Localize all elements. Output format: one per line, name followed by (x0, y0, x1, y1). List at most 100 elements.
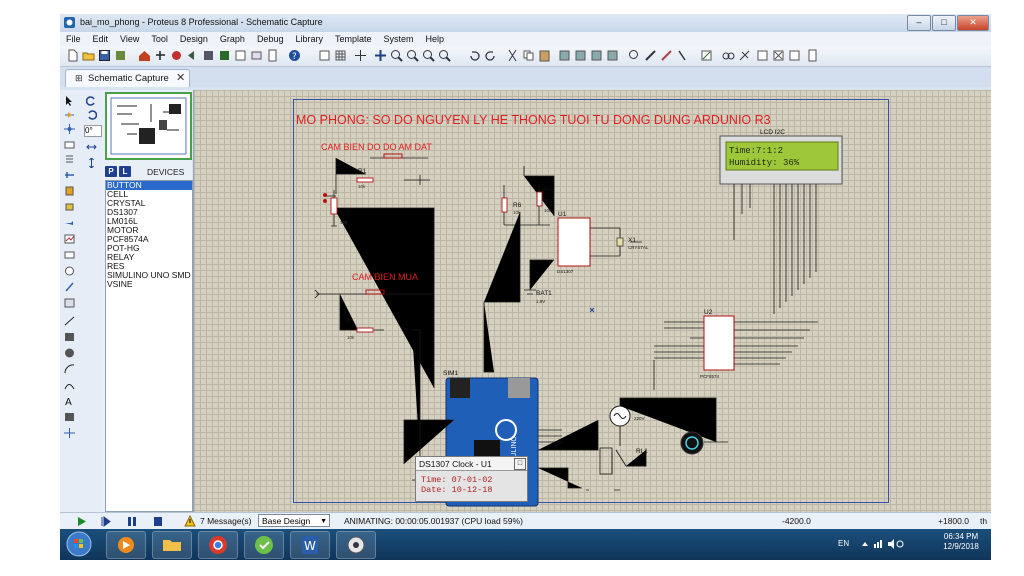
play-icon[interactable] (76, 516, 88, 527)
pcb-icon[interactable] (170, 49, 183, 62)
menu-system[interactable]: System (378, 32, 420, 46)
start-button-icon[interactable] (66, 531, 92, 557)
resistor-r6[interactable] (501, 197, 508, 213)
pause-icon[interactable] (126, 516, 138, 527)
paste-icon[interactable] (538, 49, 551, 62)
origin-icon[interactable] (354, 49, 367, 62)
cut-icon[interactable] (506, 49, 519, 62)
mirror-horizontal-icon[interactable] (86, 142, 97, 152)
voltage-probe-icon[interactable] (64, 282, 75, 292)
menu-design[interactable]: Design (174, 32, 214, 46)
step-icon[interactable] (100, 516, 112, 527)
library-manager-button[interactable]: L (119, 166, 131, 177)
taskbar-media-player[interactable] (106, 531, 146, 559)
home-icon[interactable] (138, 49, 151, 62)
decompose-icon[interactable] (676, 49, 689, 62)
block-delete-icon[interactable] (606, 49, 619, 62)
tab-schematic-capture[interactable]: ⊞ Schematic Capture ✕ (65, 69, 190, 87)
ds1307-chip[interactable] (557, 217, 591, 267)
buses-icon[interactable] (64, 170, 75, 180)
zoom-area-icon[interactable] (438, 49, 451, 62)
tape-recorder-icon[interactable] (64, 250, 75, 260)
schematic-icon[interactable] (154, 49, 167, 62)
save-icon[interactable] (98, 49, 111, 62)
mirror-vertical-icon[interactable] (86, 158, 97, 168)
marker-tool-icon[interactable] (64, 428, 75, 438)
text-script-icon[interactable] (64, 154, 75, 164)
refresh-icon[interactable] (318, 49, 331, 62)
block-copy-icon[interactable] (558, 49, 571, 62)
menu-edit[interactable]: Edit (87, 32, 115, 46)
help-icon[interactable]: ? (288, 49, 301, 62)
junction-dot-icon[interactable] (64, 124, 75, 134)
wire-label-icon[interactable] (64, 140, 75, 150)
system-tray-icons[interactable] (860, 539, 904, 549)
close-button[interactable]: ✕ (957, 15, 989, 31)
taskbar-word[interactable]: W (290, 531, 330, 559)
search-tag-icon[interactable] (722, 49, 735, 62)
undo-icon[interactable] (468, 49, 481, 62)
zoom-all-icon[interactable] (422, 49, 435, 62)
line-tool-icon[interactable] (64, 316, 75, 326)
circle-tool-icon[interactable] (64, 348, 75, 358)
sheet-selector[interactable]: Base Design ▼ (258, 514, 330, 527)
menu-view[interactable]: View (114, 32, 145, 46)
minimize-button[interactable]: – (907, 15, 931, 31)
pick-device-button[interactable]: P (105, 166, 117, 177)
taskbar-chrome[interactable] (198, 531, 238, 559)
import-icon[interactable] (114, 49, 127, 62)
generator-icon[interactable] (64, 266, 75, 276)
maximize-button[interactable]: □ (932, 15, 956, 31)
rotation-angle-field[interactable]: 0° (84, 125, 102, 137)
crystal-x1[interactable] (616, 237, 624, 247)
message-count[interactable]: 7 Message(s) (200, 516, 252, 526)
source-code-icon[interactable] (266, 49, 279, 62)
subcircuit-icon[interactable] (64, 186, 75, 196)
wire-autorouter-icon[interactable] (700, 49, 713, 62)
selection-mode-icon[interactable] (64, 96, 75, 106)
resistor-r4[interactable] (356, 327, 374, 333)
overview-window[interactable] (105, 92, 192, 160)
box-tool-icon[interactable] (64, 332, 75, 342)
bom-icon[interactable] (218, 49, 231, 62)
rotate-clockwise-icon[interactable] (86, 96, 97, 106)
schematic-canvas[interactable]: MO PHONG: SO DO NGUYEN LY HE THONG TUOI … (193, 90, 991, 512)
design-explorer-icon[interactable] (250, 49, 263, 62)
rotate-anticlockwise-icon[interactable] (86, 110, 97, 120)
arc-tool-icon[interactable] (64, 364, 75, 374)
device-pins-icon[interactable] (64, 218, 75, 228)
make-device-icon[interactable] (644, 49, 657, 62)
menu-file[interactable]: File (60, 32, 87, 46)
gerber-icon[interactable] (186, 49, 199, 62)
redo-icon[interactable] (484, 49, 497, 62)
clock-tray[interactable]: 06:34 PM 12/9/2018 (939, 532, 983, 556)
new-file-icon[interactable] (66, 49, 79, 62)
terminals-icon[interactable] (64, 202, 75, 212)
potentiometer[interactable] (330, 197, 338, 215)
menu-template[interactable]: Template (329, 32, 378, 46)
zoom-out-icon[interactable] (406, 49, 419, 62)
list-item[interactable]: VSINE (106, 280, 192, 289)
text-tool-icon[interactable]: A (64, 396, 75, 406)
component-mode-icon[interactable] (64, 110, 75, 120)
packaging-tool-icon[interactable] (660, 49, 673, 62)
menu-debug[interactable]: Debug (251, 32, 290, 46)
motor[interactable] (680, 431, 704, 455)
device-list[interactable]: BUTTON CELL CRYSTAL DS1307 LM016L MOTOR … (105, 180, 193, 512)
remove-sheet-icon[interactable] (772, 49, 785, 62)
block-move-icon[interactable] (574, 49, 587, 62)
taskbar-proteus[interactable] (336, 531, 376, 559)
virtual-instruments-icon[interactable] (64, 298, 75, 308)
resistor-r5[interactable] (536, 191, 543, 207)
language-indicator[interactable]: EN (838, 539, 849, 548)
bill-of-materials-icon[interactable] (806, 49, 819, 62)
tab-close-icon[interactable]: ✕ (176, 71, 185, 84)
3d-view-icon[interactable] (202, 49, 215, 62)
soil-button[interactable] (383, 153, 403, 159)
resistor-r1[interactable] (356, 177, 374, 183)
graph-mode-icon[interactable] (64, 234, 75, 244)
menu-tool[interactable]: Tool (145, 32, 174, 46)
taskbar-file-explorer[interactable] (152, 531, 192, 559)
copy-icon[interactable] (522, 49, 535, 62)
exit-to-parent-icon[interactable] (788, 49, 801, 62)
